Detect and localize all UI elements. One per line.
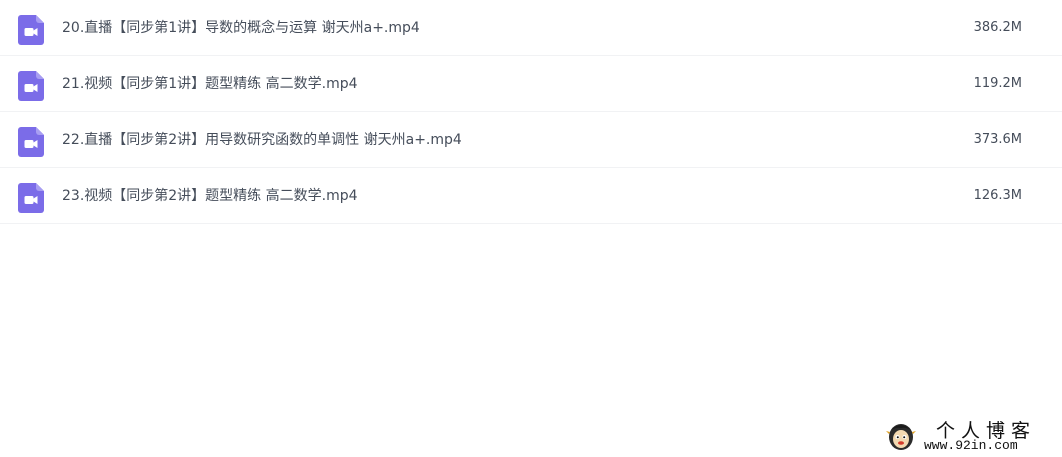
- file-row[interactable]: 22.直播【同步第2讲】用导数研究函数的单调性 谢天州a+.mp4 373.6M: [0, 112, 1062, 168]
- file-row[interactable]: 20.直播【同步第1讲】导数的概念与运算 谢天州a+.mp4 386.2M: [0, 0, 1062, 56]
- file-size: 386.2M: [973, 20, 1022, 35]
- file-name[interactable]: 23.视频【同步第2讲】题型精练 高二数学.mp4: [62, 168, 358, 224]
- file-size: 373.6M: [973, 132, 1022, 147]
- video-file-icon: [18, 127, 44, 157]
- video-file-icon: [18, 183, 44, 213]
- file-size: 119.2M: [973, 76, 1022, 91]
- file-list: 20.直播【同步第1讲】导数的概念与运算 谢天州a+.mp4 386.2M 21…: [0, 0, 1062, 224]
- video-file-icon: [18, 71, 44, 101]
- video-file-icon: [18, 15, 44, 45]
- file-size: 126.3M: [973, 188, 1022, 203]
- watermark-url: www.92in.com: [924, 438, 1018, 453]
- file-name[interactable]: 21.视频【同步第1讲】题型精练 高二数学.mp4: [62, 56, 358, 112]
- file-name[interactable]: 22.直播【同步第2讲】用导数研究函数的单调性 谢天州a+.mp4: [62, 112, 462, 168]
- file-name[interactable]: 20.直播【同步第1讲】导数的概念与运算 谢天州a+.mp4: [62, 0, 420, 56]
- file-row[interactable]: 21.视频【同步第1讲】题型精练 高二数学.mp4 119.2M: [0, 56, 1062, 112]
- mascot-logo-icon: [886, 424, 916, 450]
- blog-watermark: 个人博客 www.92in.com: [884, 416, 1054, 456]
- file-row[interactable]: 23.视频【同步第2讲】题型精练 高二数学.mp4 126.3M: [0, 168, 1062, 224]
